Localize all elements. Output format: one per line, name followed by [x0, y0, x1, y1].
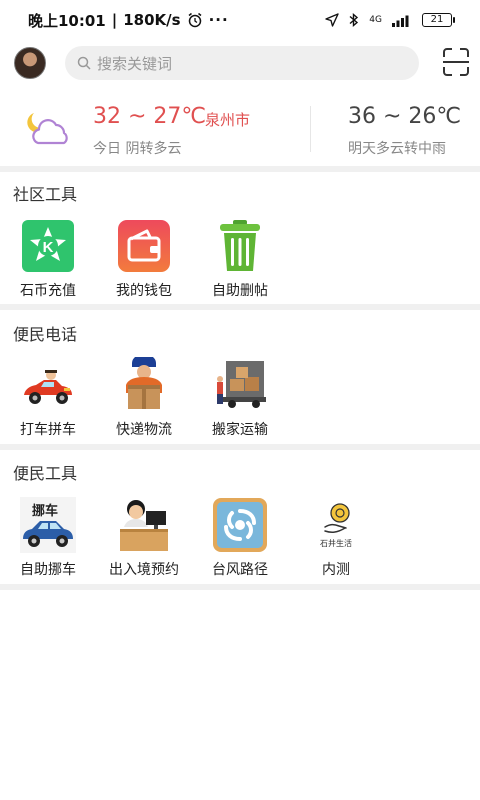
- courier-icon: [126, 357, 162, 409]
- tool-label: 搬家运输: [212, 422, 268, 438]
- trash-icon: [220, 220, 260, 271]
- scan-icon[interactable]: [443, 48, 469, 76]
- header: 搜索关键词: [0, 40, 480, 90]
- tool-my-wallet[interactable]: 我的钱包: [99, 218, 189, 300]
- battery-icon: 21: [422, 13, 455, 27]
- weather-panel[interactable]: 32 ~ 27℃ 泉州市 今日 阴转多云 36 ~ 26℃ 明天多云转中雨: [0, 92, 480, 166]
- tool-label: 内测: [322, 562, 350, 578]
- tool-stone-coin-recharge[interactable]: K 石币充值: [3, 218, 93, 300]
- tool-taxi-carpool[interactable]: 打车拼车: [3, 357, 93, 439]
- alarm-icon: [188, 12, 202, 28]
- avatar[interactable]: [14, 47, 46, 79]
- beta-icon-caption: 石井生活: [320, 539, 352, 548]
- section-title-convenience-phone: 便民电话: [13, 325, 78, 344]
- section-separator: [0, 444, 480, 450]
- search-bar[interactable]: 搜索关键词: [65, 46, 419, 80]
- beta-icon: 石井生活: [308, 497, 364, 553]
- status-separator: |: [111, 11, 118, 29]
- section-separator: [0, 584, 480, 590]
- tool-label: 我的钱包: [116, 283, 172, 299]
- tool-label: 石币充值: [20, 283, 76, 299]
- svg-text:K: K: [43, 239, 54, 256]
- more-notifications-icon: ···: [208, 11, 229, 29]
- wallet-icon: [118, 220, 170, 272]
- network-type: 4G: [369, 14, 382, 25]
- moon-cloud-weather-icon: [27, 113, 68, 145]
- status-speed: 180K/s: [123, 11, 181, 29]
- status-time: 晚上10:01: [28, 11, 106, 30]
- tool-moving-transport[interactable]: 搬家运输: [195, 357, 285, 439]
- section-title-convenience-tools: 便民工具: [13, 464, 78, 483]
- search-icon: [77, 56, 91, 70]
- tool-label: 自助删帖: [212, 283, 268, 299]
- moving-truck-icon: [217, 361, 266, 408]
- move-car-badge-text: 挪车: [32, 504, 59, 519]
- location-arrow-icon: [325, 13, 339, 27]
- today-weather-desc: 今日 阴转多云: [93, 141, 182, 157]
- tool-label: 打车拼车: [20, 422, 76, 438]
- tomorrow-weather-desc: 明天多云转中雨: [348, 141, 446, 157]
- move-car-icon: 挪车: [20, 497, 76, 553]
- tool-label: 出入境预约: [109, 562, 179, 578]
- tool-self-delete-post[interactable]: 自助删帖: [195, 218, 285, 300]
- stone-coin-icon: K: [22, 220, 74, 272]
- typhoon-icon: [213, 498, 267, 552]
- status-bar: 晚上10:01 | 180K/s ··· 4G 21: [0, 0, 480, 40]
- tool-label: 快递物流: [116, 422, 172, 438]
- tool-typhoon-path[interactable]: 台风路径: [195, 497, 285, 579]
- tool-label: 台风路径: [212, 562, 268, 578]
- section-separator: [0, 304, 480, 310]
- today-temperature: 32 ~ 27℃: [93, 104, 207, 129]
- tool-self-move-car[interactable]: 挪车 自助挪车: [3, 497, 93, 579]
- city-name[interactable]: 泉州市: [205, 109, 250, 130]
- search-placeholder: 搜索关键词: [97, 54, 173, 73]
- section-separator: [0, 166, 480, 172]
- immigration-icon: [120, 500, 168, 551]
- weather-divider: [310, 106, 311, 152]
- tool-courier-logistics[interactable]: 快递物流: [99, 357, 189, 439]
- bluetooth-icon: [349, 12, 359, 28]
- tool-immigration-appointment[interactable]: 出入境预约: [99, 497, 189, 579]
- taxi-icon: [24, 370, 72, 404]
- signal-icon: [392, 15, 409, 27]
- tool-beta-test[interactable]: 石井生活 内测: [291, 497, 381, 579]
- tool-label: 自助挪车: [20, 562, 76, 578]
- tomorrow-temperature: 36 ~ 26℃: [348, 104, 462, 129]
- section-title-community-tools: 社区工具: [13, 185, 78, 204]
